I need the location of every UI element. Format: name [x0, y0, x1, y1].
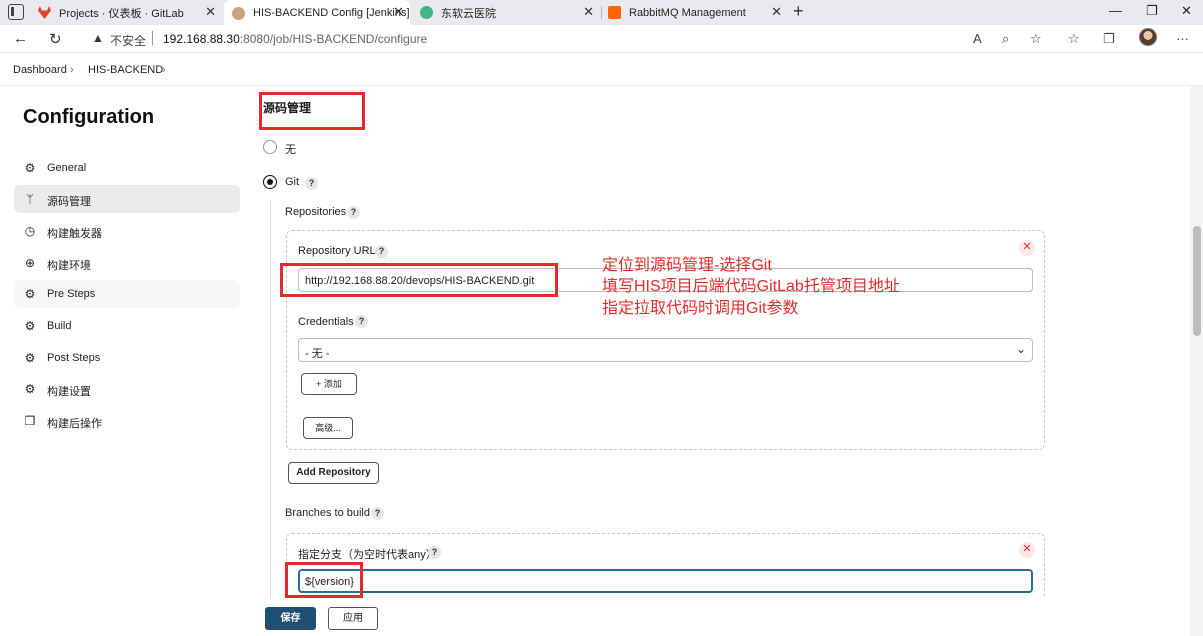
repo-url-label: Repository URL	[298, 245, 376, 257]
save-button[interactable]: 保存	[265, 607, 316, 630]
advanced-button[interactable]: 高级...	[303, 417, 353, 439]
scrollbar-thumb[interactable]	[1193, 226, 1201, 336]
warning-icon[interactable]: ▲	[92, 31, 104, 45]
close-icon[interactable]: ✕	[393, 4, 404, 20]
sidebar-item-general[interactable]: ⚙ General	[14, 154, 240, 182]
credentials-label: Credentials	[298, 316, 354, 328]
gitlab-favicon-icon	[38, 6, 51, 19]
browser-tab-strip: Projects · 仪表板 · GitLab ✕ HIS-BACKEND Co…	[0, 0, 1203, 26]
new-tab-icon[interactable]: +	[793, 1, 804, 22]
favorites-icon[interactable]: ☆	[1068, 31, 1080, 47]
more-icon[interactable]: ···	[1176, 31, 1189, 46]
help-icon[interactable]: ?	[428, 546, 441, 559]
branch-specifier-input[interactable]: ${version}	[298, 569, 1033, 593]
chevron-down-icon: ⌄	[1015, 342, 1026, 356]
breadcrumb-dashboard[interactable]: Dashboard	[13, 64, 67, 76]
read-aloud-icon[interactable]: A	[973, 31, 982, 46]
url-input[interactable]: 192.168.88.30:8080/job/HIS-BACKEND/confi…	[163, 32, 427, 46]
cube-icon: ❒	[24, 414, 36, 428]
address-bar: ← ↻ ▲ 不安全 192.168.88.30:8080/job/HIS-BAC…	[0, 25, 1203, 53]
branch-specifier-label: 指定分支（为空时代表any）	[298, 549, 437, 561]
collections-icon[interactable]: ❐	[1103, 31, 1115, 47]
help-icon[interactable]: ?	[375, 245, 388, 258]
tab-actions-icon[interactable]	[8, 4, 24, 20]
gear-icon: ⚙	[24, 287, 36, 301]
sidebar-item-triggers[interactable]: ◷ 构建触发器	[14, 217, 240, 245]
remove-branch-icon[interactable]: ✕	[1019, 542, 1035, 558]
radio-none[interactable]	[263, 140, 277, 154]
tab-jenkins[interactable]: HIS-BACKEND Config [Jenkins] ✕	[224, 0, 410, 26]
annotation-box-repo-url	[280, 263, 558, 297]
gear-icon: ⚙	[24, 351, 36, 365]
radio-git-label: Git	[285, 176, 300, 188]
plus-icon: +	[316, 379, 322, 389]
breadcrumb-job[interactable]: HIS-BACKEND	[88, 64, 163, 76]
back-icon[interactable]: ←	[13, 30, 28, 47]
window-close-icon[interactable]: ✕	[1181, 3, 1192, 19]
tab-separator	[601, 6, 602, 19]
close-icon[interactable]: ✕	[205, 4, 216, 20]
rabbitmq-favicon-icon	[608, 6, 621, 19]
annotation-box-branch	[285, 562, 363, 598]
chevron-right-icon: ›	[70, 64, 74, 76]
tab-rabbitmq[interactable]: RabbitMQ Management ✕	[608, 0, 788, 25]
scrollbar-track[interactable]	[1190, 86, 1203, 636]
git-branch-icon: ᛘ	[26, 192, 34, 206]
sidebar-item-build-settings[interactable]: ⚙ 构建设置	[14, 375, 240, 403]
breadcrumb: Dashboard › HIS-BACKEND ›	[0, 53, 1203, 86]
radio-none-label: 无	[285, 144, 296, 156]
radio-git[interactable]	[263, 175, 277, 189]
insecure-label[interactable]: 不安全	[110, 32, 146, 49]
annotation-line-1: 定位到源码管理-选择Git	[602, 257, 772, 274]
apply-button[interactable]: 应用	[328, 607, 378, 630]
help-icon[interactable]: ?	[305, 177, 318, 190]
sidebar-item-build[interactable]: ⚙ Build	[14, 312, 240, 340]
add-favorite-icon[interactable]: ☆	[1030, 31, 1042, 47]
close-icon[interactable]: ✕	[583, 4, 594, 20]
page-title: Configuration	[23, 106, 155, 128]
remove-repository-icon[interactable]: ✕	[1019, 240, 1035, 256]
refresh-icon[interactable]: ↻	[49, 30, 62, 48]
globe-icon: ⊕	[24, 256, 36, 270]
tab-gitlab[interactable]: Projects · 仪表板 · GitLab ✕	[38, 0, 222, 25]
annotation-line-3: 指定拉取代码时调用Git参数	[602, 300, 799, 317]
branches-label: Branches to build	[285, 507, 370, 519]
minimize-icon[interactable]: —	[1109, 3, 1122, 18]
sidebar-item-post-steps[interactable]: ⚙ Post Steps	[14, 344, 240, 372]
avatar[interactable]	[1139, 28, 1157, 46]
maximize-icon[interactable]: ❐	[1146, 3, 1158, 19]
chevron-right-icon: ›	[162, 64, 166, 76]
annotation-line-2: 填写HIS项目后端代码GitLab托管项目地址	[602, 278, 900, 295]
help-icon[interactable]: ?	[347, 206, 360, 219]
sidebar-item-scm[interactable]: ᛘ 源码管理	[14, 185, 240, 213]
repositories-label: Repositories	[285, 206, 347, 218]
jenkins-favicon-icon	[232, 6, 245, 20]
gear-icon: ⚙	[24, 319, 36, 333]
sidebar-item-environment[interactable]: ⊕ 构建环境	[14, 249, 240, 277]
tab-his[interactable]: 东软云医院 ✕	[420, 0, 600, 25]
annotation-box-scm-title	[259, 92, 365, 130]
help-icon[interactable]: ?	[371, 507, 384, 520]
gear-icon: ⚙	[24, 161, 36, 175]
clock-icon: ◷	[24, 224, 36, 238]
close-icon[interactable]: ✕	[771, 4, 782, 20]
add-repository-button[interactable]: Add Repository	[288, 462, 379, 484]
sidebar-item-pre-steps[interactable]: ⚙ Pre Steps	[14, 280, 240, 308]
vue-favicon-icon	[420, 6, 433, 19]
help-icon[interactable]: ?	[355, 315, 368, 328]
credentials-select[interactable]: - 无 - ⌄	[298, 338, 1033, 362]
add-credentials-button[interactable]: + 添加	[301, 373, 357, 395]
zoom-icon[interactable]: ⌕	[1002, 31, 1009, 47]
sidebar-item-post-build[interactable]: ❒ 构建后操作	[14, 407, 240, 435]
section-indent-line	[270, 200, 271, 600]
gear-icon: ⚙	[24, 382, 36, 396]
divider	[152, 31, 153, 45]
